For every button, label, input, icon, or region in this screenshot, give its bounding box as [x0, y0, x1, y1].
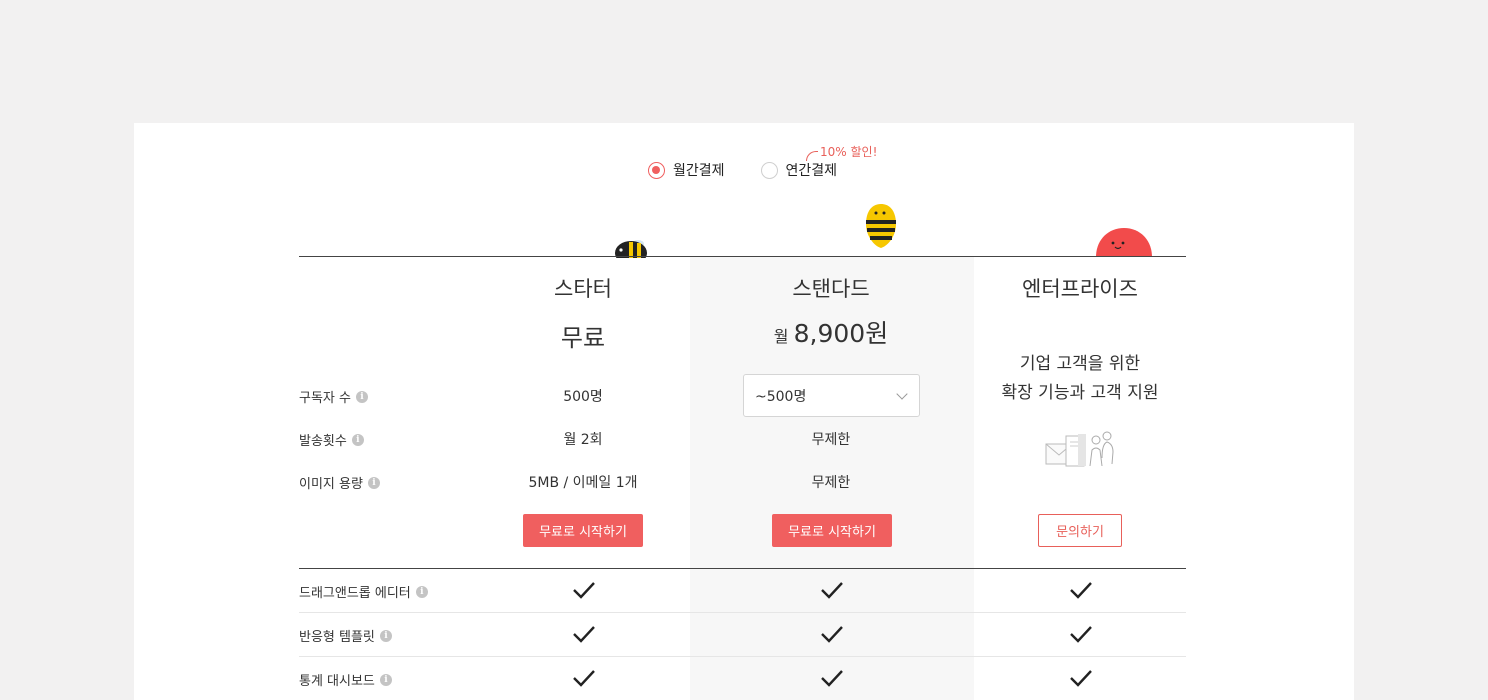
- contact-button[interactable]: 문의하기: [1038, 514, 1122, 547]
- row-divider: [299, 656, 1186, 657]
- check-icon: [573, 581, 595, 599]
- info-icon[interactable]: i: [379, 673, 392, 686]
- plan-name-standard: 스탠다드: [792, 277, 870, 301]
- monthly-radio[interactable]: [648, 161, 665, 179]
- standard-bee-icon: [866, 204, 896, 248]
- starter-subscribers: 500명: [563, 389, 603, 405]
- info-icon[interactable]: i: [379, 629, 392, 642]
- monthly-option[interactable]: 월간결제: [648, 160, 725, 180]
- yearly-option[interactable]: 연간결제: [760, 160, 838, 180]
- plan-name-enterprise: 엔터프라이즈: [1022, 277, 1138, 301]
- feature-label-editor: 드래그앤드롭 에디터 i: [299, 582, 428, 601]
- standard-image: 무제한: [811, 475, 851, 491]
- enterprise-illustration-icon: [1045, 431, 1114, 467]
- billing-toggle: 월간결제 연간결제: [648, 160, 837, 180]
- check-icon: [1070, 581, 1092, 599]
- feature-label-templates: 반응형 템플릿 i: [299, 626, 392, 645]
- check-icon: [1070, 625, 1092, 643]
- discount-curve-icon: [806, 151, 818, 161]
- row-label-sends: 발송횟수 i: [299, 430, 364, 449]
- check-icon: [821, 625, 843, 643]
- check-icon: [1070, 669, 1092, 687]
- check-icon: [573, 625, 595, 643]
- chevron-down-icon: [896, 388, 908, 400]
- check-icon: [821, 669, 843, 687]
- check-icon: [573, 669, 595, 687]
- standard-start-button[interactable]: 무료로 시작하기: [772, 514, 892, 547]
- yearly-radio[interactable]: [760, 161, 778, 179]
- info-icon[interactable]: i: [355, 390, 368, 403]
- price-standard: 월 8,900원: [721, 314, 941, 350]
- price-prefix: 월: [773, 327, 789, 346]
- subscriber-count-select[interactable]: ~500명: [743, 374, 920, 417]
- starter-image: 5MB / 이메일 1개: [528, 475, 638, 491]
- feature-label-dashboard: 통계 대시보드 i: [299, 670, 392, 689]
- monthly-label: 월간결제: [673, 163, 725, 179]
- check-icon: [821, 581, 843, 599]
- price-amount: 8,900원: [793, 319, 889, 348]
- row-label-subscribers: 구독자 수 i: [299, 387, 368, 406]
- yearly-label: 연간결제: [785, 163, 838, 179]
- enterprise-desc-line2: 확장 기능과 고객 지원: [1001, 383, 1159, 403]
- enterprise-description: 기업 고객을 위한 확장 기능과 고객 지원: [970, 350, 1190, 408]
- starter-bee-icon: [615, 240, 647, 258]
- standard-sends: 무제한: [811, 432, 851, 448]
- info-icon[interactable]: i: [415, 585, 428, 598]
- plan-name-starter: 스타터: [554, 277, 612, 301]
- enterprise-mascot-icon: [1096, 228, 1152, 257]
- starter-start-button[interactable]: 무료로 시작하기: [523, 514, 643, 547]
- discount-note: 10% 할인!: [806, 143, 877, 161]
- starter-sends: 월 2회: [563, 432, 603, 448]
- row-divider: [299, 612, 1186, 613]
- table-top-line: [299, 256, 1186, 257]
- info-icon[interactable]: i: [367, 476, 380, 489]
- enterprise-desc-line1: 기업 고객을 위한: [1019, 354, 1141, 374]
- info-icon[interactable]: i: [351, 433, 364, 446]
- price-starter: 무료: [560, 324, 606, 352]
- table-mid-line: [299, 568, 1186, 569]
- row-label-image: 이미지 용량 i: [299, 473, 380, 492]
